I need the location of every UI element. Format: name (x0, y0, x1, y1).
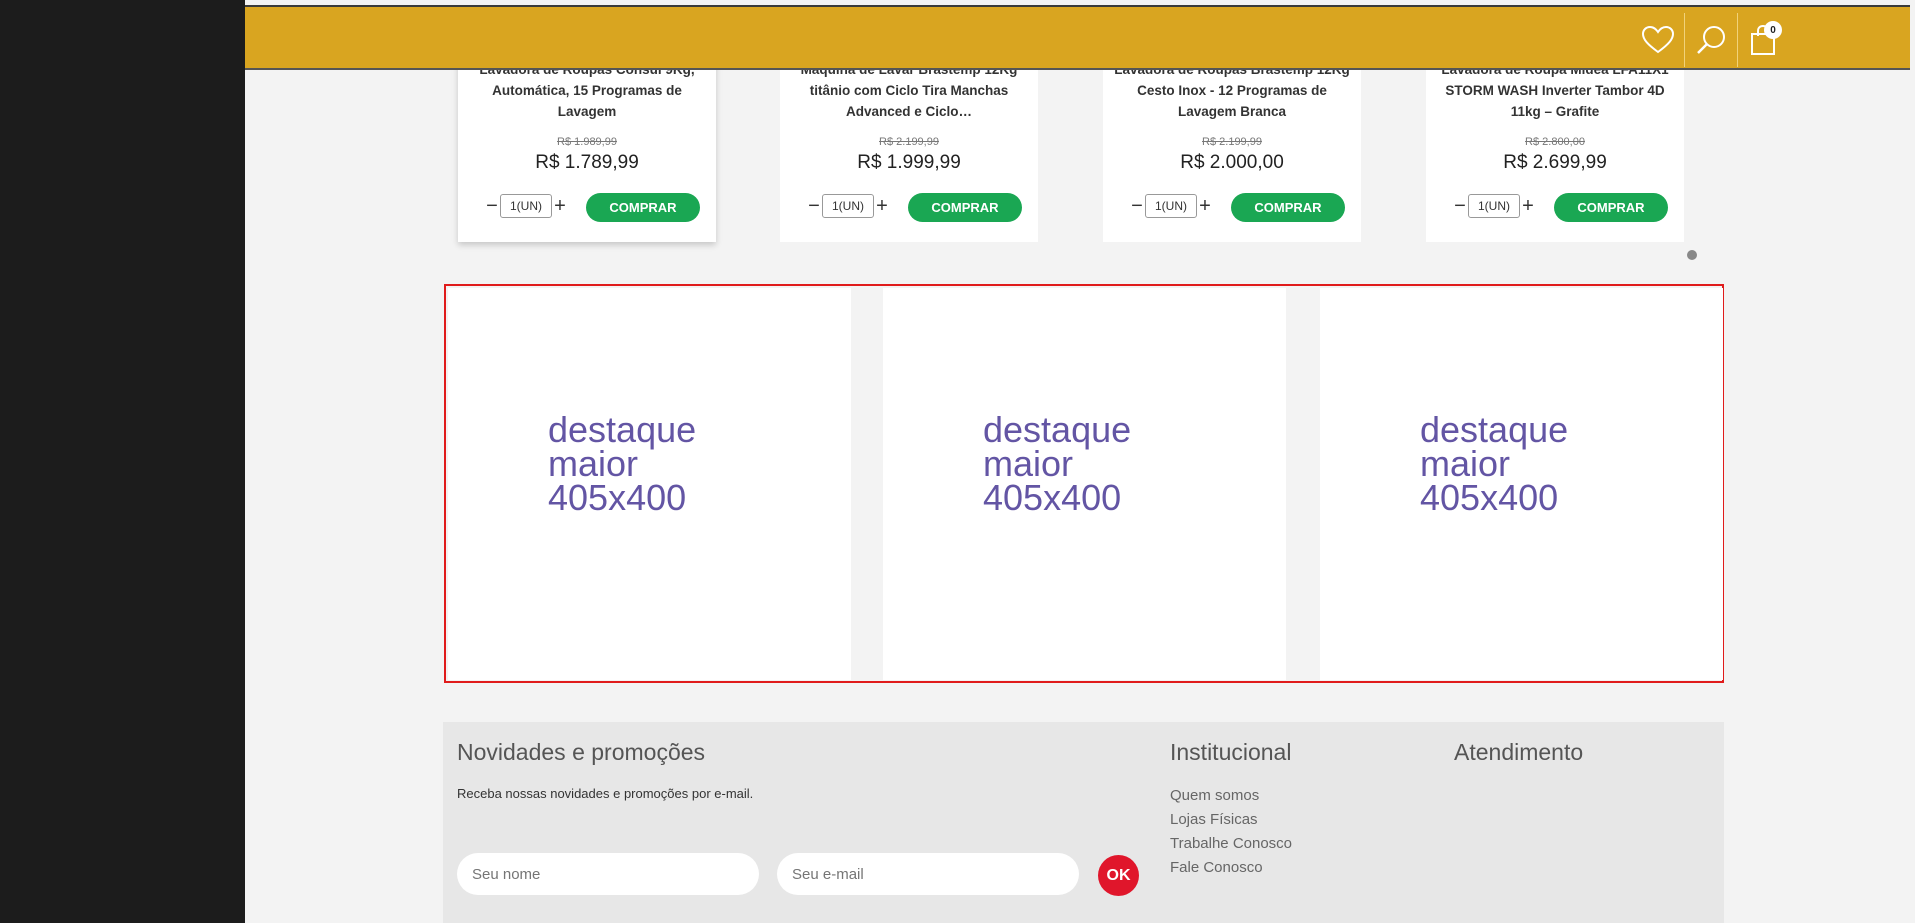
quantity-stepper: − + (1452, 194, 1536, 218)
banner-line: 405x400 (548, 477, 687, 518)
banner-text: destaque maior 405x400 (1420, 409, 1569, 518)
institutional-title: Institucional (1170, 739, 1292, 765)
service-title: Atendimento (1454, 739, 1584, 765)
product-old-price: R$ 2.800,00 (1525, 136, 1585, 148)
name-field[interactable] (457, 853, 759, 895)
banner-line: maior (983, 443, 1074, 484)
quantity-stepper: − + (1129, 194, 1213, 218)
featured-banners: destaque maior 405x400 destaque maior 40… (444, 284, 1724, 683)
header-bar: 0 (245, 5, 1910, 70)
qty-plus-button[interactable]: + (1520, 196, 1536, 216)
footer-link-trabalhe-conosco[interactable]: Trabalhe Conosco (1170, 832, 1292, 856)
qty-plus-button[interactable]: + (874, 196, 890, 216)
page-main: 0 Lavadora de Roupas Consul 9Kg, Automát… (245, 0, 1915, 923)
heart-icon (1641, 25, 1675, 54)
product-card[interactable]: Máquina de Lavar Brastemp 12Kg titânio c… (780, 48, 1038, 242)
banner-line: destaque (548, 409, 697, 450)
banner-text: destaque maior 405x400 (983, 409, 1132, 518)
buy-button[interactable]: COMPRAR (908, 193, 1022, 222)
banner-line: maior (548, 443, 639, 484)
quantity-input[interactable] (500, 194, 552, 218)
product-card[interactable]: Lavadora de Roupa Midea LFA11X1 STORM WA… (1426, 48, 1684, 242)
header-icons: 0 (1632, 13, 1790, 67)
banner-line: destaque (983, 409, 1132, 450)
cart-count-badge: 0 (1764, 21, 1782, 39)
email-field[interactable] (777, 853, 1079, 895)
product-card[interactable]: Lavadora de Roupas Consul 9Kg, Automátic… (458, 48, 716, 242)
banner-line: 405x400 (983, 477, 1122, 518)
banner-line: destaque (1420, 409, 1569, 450)
footer: Novidades e promoções Receba nossas novi… (443, 722, 1724, 923)
featured-banner[interactable]: destaque maior 405x400 (883, 288, 1286, 680)
quantity-input[interactable] (1468, 194, 1520, 218)
buy-button[interactable]: COMPRAR (586, 193, 700, 222)
banner-text: destaque maior 405x400 (548, 409, 697, 518)
qty-plus-button[interactable]: + (1197, 196, 1213, 216)
footer-link-lojas-fisicas[interactable]: Lojas Físicas (1170, 808, 1292, 832)
product-old-price: R$ 1.989,99 (557, 136, 617, 148)
quantity-stepper: − + (806, 194, 890, 218)
footer-link-quem-somos[interactable]: Quem somos (1170, 784, 1292, 808)
search-icon (1697, 26, 1725, 54)
banner-line: maior (1420, 443, 1511, 484)
product-price: R$ 1.789,99 (535, 152, 639, 173)
qty-minus-button[interactable]: − (484, 196, 500, 216)
product-price: R$ 1.999,99 (857, 152, 961, 173)
product-old-price: R$ 2.199,99 (879, 136, 939, 148)
buy-button[interactable]: COMPRAR (1554, 193, 1668, 222)
product-price: R$ 2.699,99 (1503, 152, 1607, 173)
cart-button[interactable]: 0 (1738, 17, 1790, 63)
carousel-dot[interactable] (1687, 250, 1697, 260)
qty-minus-button[interactable]: − (1452, 196, 1468, 216)
qty-minus-button[interactable]: − (1129, 196, 1145, 216)
quantity-input[interactable] (1145, 194, 1197, 218)
quantity-stepper: − + (484, 194, 568, 218)
left-dark-panel (0, 0, 245, 923)
banner-line: 405x400 (1420, 477, 1559, 518)
featured-banner[interactable]: destaque maior 405x400 (1320, 288, 1723, 680)
qty-plus-button[interactable]: + (552, 196, 568, 216)
qty-minus-button[interactable]: − (806, 196, 822, 216)
product-carousel: Lavadora de Roupas Consul 9Kg, Automátic… (458, 48, 1688, 243)
newsletter-title: Novidades e promoções (457, 739, 706, 765)
buy-button[interactable]: COMPRAR (1231, 193, 1345, 222)
footer-link-fale-conosco[interactable]: Fale Conosco (1170, 856, 1292, 880)
wishlist-button[interactable] (1632, 17, 1684, 63)
product-old-price: R$ 2.199,99 (1202, 136, 1262, 148)
newsletter-description: Receba nossas novidades e promoções por … (457, 786, 754, 801)
product-price: R$ 2.000,00 (1180, 152, 1284, 173)
featured-banner[interactable]: destaque maior 405x400 (448, 288, 851, 680)
quantity-input[interactable] (822, 194, 874, 218)
product-card[interactable]: Lavadora de Roupas Brastemp 12Kg Cesto I… (1103, 48, 1361, 242)
search-button[interactable] (1685, 17, 1737, 63)
institutional-links: Quem somos Lojas Físicas Trabalhe Conosc… (1170, 784, 1292, 880)
newsletter-submit-button[interactable]: OK (1098, 855, 1139, 896)
